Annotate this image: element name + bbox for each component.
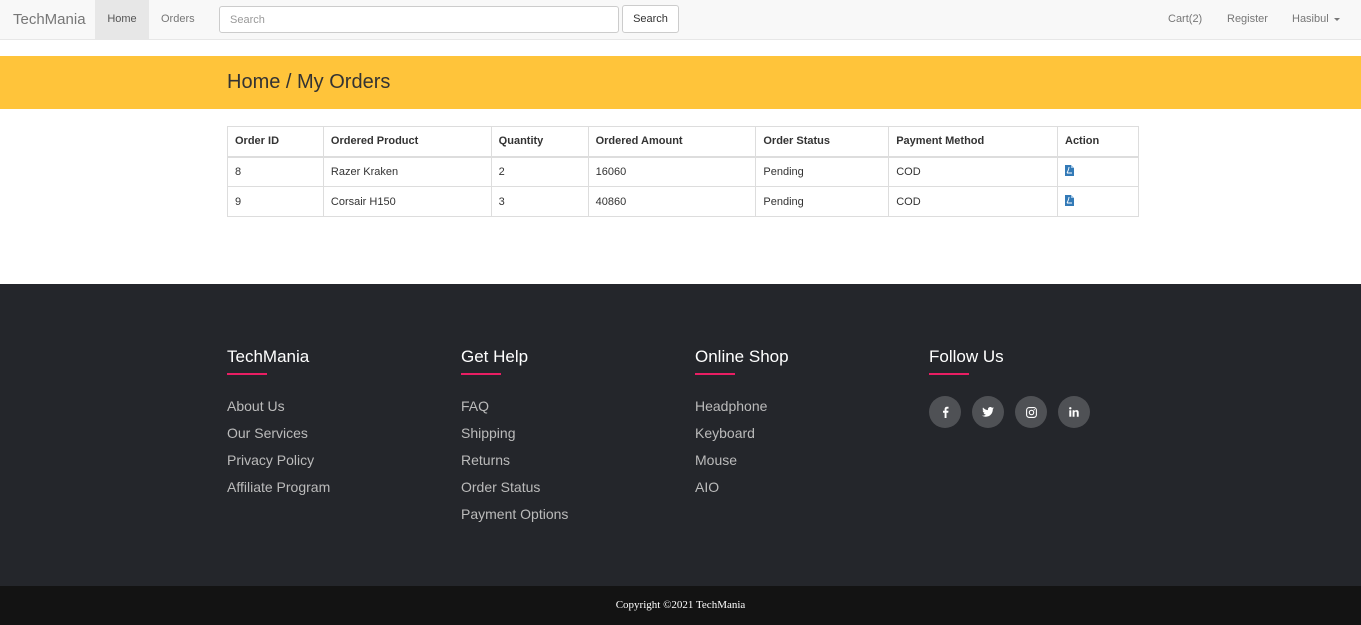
footer-link-returns[interactable]: Returns bbox=[461, 451, 568, 478]
nav-cart-link[interactable]: Cart(2) bbox=[1168, 0, 1202, 39]
footer-link-about-us[interactable]: About Us bbox=[227, 397, 330, 424]
cell-order-id: 8 bbox=[227, 156, 324, 187]
nav-register-link[interactable]: Register bbox=[1227, 0, 1268, 39]
footer-column-follow-us: Follow Us bbox=[929, 347, 1090, 428]
footer-link-our-services[interactable]: Our Services bbox=[227, 424, 330, 451]
twitter-icon[interactable] bbox=[972, 396, 1004, 428]
header-order-id: Order ID bbox=[227, 126, 324, 158]
header-action: Action bbox=[1057, 126, 1139, 158]
orders-table: Order ID Ordered Product Quantity Ordere… bbox=[227, 126, 1139, 217]
cell-product: Corsair H150 bbox=[322, 186, 492, 217]
header-ordered-amount: Ordered Amount bbox=[587, 126, 757, 158]
footer-heading: TechMania bbox=[227, 347, 310, 366]
header-quantity: Quantity bbox=[490, 126, 589, 158]
header-ordered-product: Ordered Product bbox=[322, 126, 492, 158]
breadcrumb: Home / My Orders bbox=[227, 71, 391, 93]
pdf-file-icon[interactable] bbox=[1065, 194, 1074, 209]
cell-quantity: 3 bbox=[490, 186, 589, 217]
footer-link-order-status[interactable]: Order Status bbox=[461, 478, 568, 505]
cell-payment: COD bbox=[888, 156, 1058, 187]
table-row: 8 Razer Kraken 2 16060 Pending COD bbox=[227, 156, 1139, 187]
footer-link-payment-options[interactable]: Payment Options bbox=[461, 505, 568, 532]
header-order-status: Order Status bbox=[755, 126, 890, 158]
top-navbar: TechMania Home Orders Search Cart(2) Reg… bbox=[0, 0, 1361, 40]
footer-link-headphone[interactable]: Headphone bbox=[695, 397, 789, 424]
caret-down-icon bbox=[1333, 17, 1340, 21]
instagram-icon[interactable] bbox=[1015, 396, 1047, 428]
social-links bbox=[929, 396, 1090, 428]
linkedin-icon[interactable] bbox=[1058, 396, 1090, 428]
cell-status: Pending bbox=[755, 186, 890, 217]
footer-column-online-shop: Online Shop Headphone Keyboard Mouse AIO bbox=[695, 347, 789, 505]
heading-underline bbox=[461, 373, 501, 375]
table-row: 9 Corsair H150 3 40860 Pending COD bbox=[227, 186, 1139, 217]
nav-orders-link[interactable]: Orders bbox=[161, 0, 195, 39]
pdf-file-icon[interactable] bbox=[1065, 164, 1074, 179]
cell-payment: COD bbox=[888, 186, 1058, 217]
heading-underline bbox=[929, 373, 969, 375]
footer-column-get-help: Get Help FAQ Shipping Returns Order Stat… bbox=[461, 347, 568, 532]
footer-heading: Online Shop bbox=[695, 347, 789, 366]
cell-status: Pending bbox=[755, 156, 890, 187]
search-input[interactable] bbox=[219, 6, 619, 33]
footer-link-shipping[interactable]: Shipping bbox=[461, 424, 568, 451]
footer-link-privacy-policy[interactable]: Privacy Policy bbox=[227, 451, 330, 478]
facebook-icon[interactable] bbox=[929, 396, 961, 428]
user-dropdown[interactable]: Hasibul bbox=[1292, 0, 1340, 39]
cell-product: Razer Kraken bbox=[322, 156, 492, 187]
footer-link-aio[interactable]: AIO bbox=[695, 478, 789, 505]
cell-action bbox=[1057, 156, 1139, 187]
footer-link-keyboard[interactable]: Keyboard bbox=[695, 424, 789, 451]
footer-link-faq[interactable]: FAQ bbox=[461, 397, 568, 424]
nav-home-link[interactable]: Home bbox=[95, 0, 149, 39]
table-header-row: Order ID Ordered Product Quantity Ordere… bbox=[227, 126, 1139, 158]
footer-heading: Follow Us bbox=[929, 347, 1004, 366]
page-banner: Home / My Orders bbox=[0, 56, 1361, 109]
footer-heading: Get Help bbox=[461, 347, 529, 366]
heading-underline bbox=[227, 373, 267, 375]
cell-amount: 40860 bbox=[587, 186, 757, 217]
site-footer: TechMania About Us Our Services Privacy … bbox=[0, 284, 1361, 586]
heading-underline bbox=[695, 373, 735, 375]
cell-order-id: 9 bbox=[227, 186, 324, 217]
cell-amount: 16060 bbox=[587, 156, 757, 187]
cell-quantity: 2 bbox=[490, 156, 589, 187]
footer-column-techmania: TechMania About Us Our Services Privacy … bbox=[227, 347, 330, 505]
footer-link-mouse[interactable]: Mouse bbox=[695, 451, 789, 478]
header-payment-method: Payment Method bbox=[888, 126, 1058, 158]
brand-logo[interactable]: TechMania bbox=[13, 11, 86, 28]
search-button[interactable]: Search bbox=[622, 5, 679, 33]
copyright-bar: Copyright ©2021 TechMania bbox=[0, 586, 1361, 625]
cell-action bbox=[1057, 186, 1139, 217]
footer-link-affiliate-program[interactable]: Affiliate Program bbox=[227, 478, 330, 505]
user-name: Hasibul bbox=[1292, 13, 1329, 25]
